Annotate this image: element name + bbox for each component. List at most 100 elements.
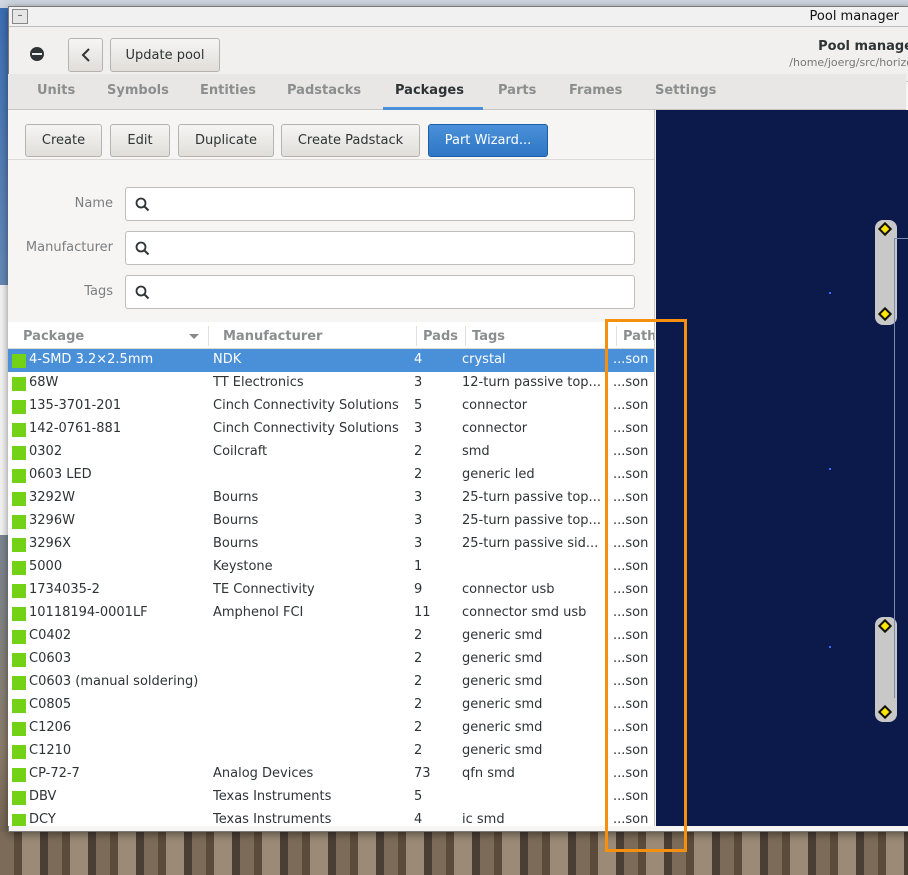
table-row[interactable]: 3296W Bourns 3 25-turn passive top... ...son xyxy=(8,510,654,533)
back-button[interactable] xyxy=(68,38,103,72)
table-row[interactable]: 1734035-2 TE Connectivity 9 connector usb..… xyxy=(8,579,654,602)
package-cell: C0402 xyxy=(29,628,72,643)
table-row[interactable]: 3296X Bourns 3 25-turn passive sid... ...son xyxy=(8,533,654,556)
window-titlebar[interactable]: – Pool manager xyxy=(9,7,908,27)
tags-cell: qfn smd xyxy=(462,766,515,781)
desktop-background-bottom xyxy=(0,832,908,875)
tags-cell: generic smd xyxy=(462,674,543,689)
manufacturer-cell: Amphenol FCI xyxy=(213,605,304,620)
column-header-manufacturer[interactable]: Manufacturer xyxy=(223,329,322,344)
table-row[interactable]: 5000 Keystone 1 ...son xyxy=(8,556,654,579)
package-color-swatch xyxy=(12,354,26,368)
column-header-package[interactable]: Package xyxy=(23,329,84,344)
tab-padstacks[interactable]: Padstacks xyxy=(287,83,361,98)
grid-dot xyxy=(829,468,831,470)
tags-cell: generic smd xyxy=(462,697,543,712)
column-separator xyxy=(208,326,209,346)
table-row[interactable]: DBV Texas Instruments 5 ...son xyxy=(8,786,654,809)
manufacturer-cell: Bourns xyxy=(213,490,259,505)
tags-cell: ic smd xyxy=(462,812,505,826)
table-row[interactable]: C1210 2 generic smd ...son xyxy=(8,740,654,763)
tab-packages[interactable]: Packages xyxy=(395,83,464,98)
table-row[interactable]: CP-72-7 Analog Devices 73 qfn smd ...son xyxy=(8,763,654,786)
column-header-path[interactable]: Path xyxy=(623,329,654,344)
duplicate-button[interactable]: Duplicate xyxy=(178,124,274,157)
package-cell: C0603 xyxy=(29,651,72,666)
tags-search-input[interactable] xyxy=(158,282,618,302)
table-row[interactable]: C0603 (manual soldering) 2 generic smd ...s… xyxy=(8,671,654,694)
package-toolbar: Create Edit Duplicate Create Padstack Pa… xyxy=(8,110,654,160)
package-color-swatch xyxy=(12,446,26,460)
pool-title: Pool manage xyxy=(818,39,908,54)
window-menu-icon[interactable]: – xyxy=(12,9,28,24)
tags-search-field[interactable] xyxy=(125,275,635,309)
pads-cell: 2 xyxy=(414,697,423,712)
tags-cell: generic smd xyxy=(462,628,543,643)
column-separator xyxy=(616,326,617,346)
pads-cell: 3 xyxy=(414,513,423,528)
tags-cell: generic led xyxy=(462,467,535,482)
package-cell: 0603 LED xyxy=(29,467,92,482)
table-row[interactable]: 0603 LED 2 generic led ...son xyxy=(8,464,654,487)
tab-parts[interactable]: Parts xyxy=(498,83,536,98)
package-color-swatch xyxy=(12,423,26,437)
path-cell: ...son xyxy=(613,766,649,781)
create-button[interactable]: Create xyxy=(25,124,102,157)
pads-cell: 2 xyxy=(414,651,423,666)
name-search-input[interactable] xyxy=(158,194,618,214)
pads-cell: 73 xyxy=(414,766,431,781)
package-browser: Create Edit Duplicate Create Padstack Pa… xyxy=(8,110,655,826)
table-row[interactable]: C1206 2 generic smd ...son xyxy=(8,717,654,740)
chevron-left-icon xyxy=(81,48,90,62)
manufacturer-search-input[interactable] xyxy=(158,238,618,258)
table-row[interactable]: C0402 2 generic smd ...son xyxy=(8,625,654,648)
package-color-swatch xyxy=(12,515,26,529)
table-row[interactable]: C0805 2 generic smd ...son xyxy=(8,694,654,717)
table-row[interactable]: 3292W Bourns 3 25-turn passive top... ...son xyxy=(8,487,654,510)
tags-cell: connector usb xyxy=(462,582,555,597)
table-row[interactable]: 4-SMD 3.2×2.5mm NDK 4 crystal ...son xyxy=(8,349,654,372)
table-row[interactable]: DCY Texas Instruments 4 ic smd ...son xyxy=(8,809,654,826)
path-cell: ...son xyxy=(613,513,649,528)
package-preview-canvas[interactable] xyxy=(656,110,908,826)
tags-filter-label: Tags xyxy=(84,284,113,299)
sort-descending-icon xyxy=(189,334,199,339)
name-search-field[interactable] xyxy=(125,187,635,221)
column-header-pads[interactable]: Pads xyxy=(423,329,458,344)
tags-cell: smd xyxy=(462,444,490,459)
table-row[interactable]: 135-3701-201 Cinch Connectivity Solutions… xyxy=(8,395,654,418)
path-cell: ...son xyxy=(613,398,649,413)
path-cell: ...son xyxy=(613,720,649,735)
package-cell: CP-72-7 xyxy=(29,766,80,781)
path-cell: ...son xyxy=(613,467,649,482)
column-separator xyxy=(416,326,417,346)
part-wizard-button[interactable]: Part Wizard... xyxy=(428,124,548,157)
edit-button[interactable]: Edit xyxy=(110,124,170,157)
pool-path: /home/joerg/src/horizo xyxy=(789,56,908,69)
app-menu-icon[interactable] xyxy=(28,45,46,63)
column-header-tags[interactable]: Tags xyxy=(472,329,505,344)
table-row[interactable]: 10118194-0001LF Amphenol FCI 11 connector s… xyxy=(8,602,654,625)
name-filter-label: Name xyxy=(74,196,113,211)
tags-cell: connector xyxy=(462,421,528,436)
search-icon xyxy=(135,197,150,212)
package-cell: C1206 xyxy=(29,720,72,735)
tab-units[interactable]: Units xyxy=(37,83,75,98)
tab-settings[interactable]: Settings xyxy=(655,83,716,98)
path-cell: ...son xyxy=(613,743,649,758)
manufacturer-search-field[interactable] xyxy=(125,231,635,265)
path-cell: ...son xyxy=(613,674,649,689)
table-row[interactable]: 142-0761-881 Cinch Connectivity Solutions… xyxy=(8,418,654,441)
table-row[interactable]: 68W TT Electronics 3 12-turn passive top...… xyxy=(8,372,654,395)
tab-frames[interactable]: Frames xyxy=(569,83,622,98)
tab-entities[interactable]: Entities xyxy=(200,83,256,98)
create-padstack-button[interactable]: Create Padstack xyxy=(281,124,420,157)
table-row[interactable]: 0302 Coilcraft 2 smd ...son xyxy=(8,441,654,464)
table-row[interactable]: C0603 2 generic smd ...son xyxy=(8,648,654,671)
column-separator xyxy=(465,326,466,346)
pads-cell: 3 xyxy=(414,375,423,390)
update-pool-button[interactable]: Update pool xyxy=(110,38,220,72)
path-cell: ...son xyxy=(613,605,649,620)
tab-symbols[interactable]: Symbols xyxy=(107,83,169,98)
package-cell: 142-0761-881 xyxy=(29,421,122,436)
